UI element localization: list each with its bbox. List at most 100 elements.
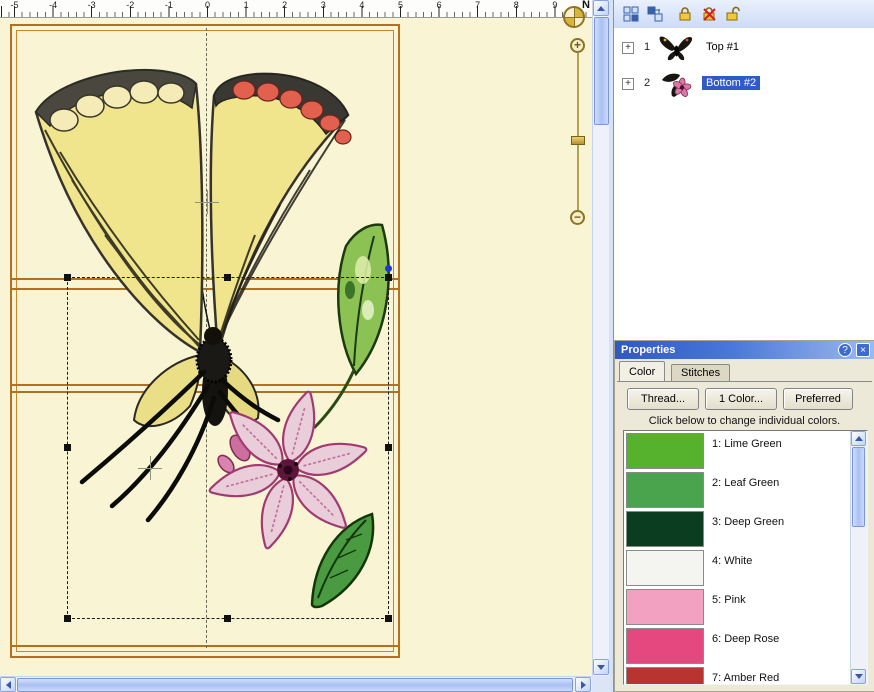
ruler-number: 1 bbox=[244, 0, 249, 10]
color-scroll-thumb[interactable] bbox=[852, 447, 865, 527]
color-label: 5: Pink bbox=[712, 594, 746, 606]
ruler-number: -3 bbox=[88, 0, 96, 10]
object-row-top[interactable]: + 1 Top #1 bbox=[614, 32, 874, 66]
color-label: 7: Amber Red bbox=[712, 672, 779, 684]
color-label: 4: White bbox=[712, 555, 752, 567]
tab-strip-line bbox=[617, 381, 872, 382]
right-panel: + 1 Top #1 + 2 bbox=[613, 0, 874, 692]
preferred-button[interactable]: Preferred bbox=[783, 388, 853, 410]
resize-handle-top-right[interactable] bbox=[385, 274, 392, 281]
vertical-scroll-thumb[interactable] bbox=[594, 17, 609, 125]
ruler-number: -4 bbox=[49, 0, 57, 10]
transform-grid-icon bbox=[646, 5, 664, 23]
arrow-left-icon bbox=[6, 681, 11, 689]
resize-handle-bottom-left[interactable] bbox=[64, 615, 71, 622]
color-swatch[interactable] bbox=[626, 550, 704, 586]
color-row[interactable]: 2: Leaf Green bbox=[624, 470, 850, 509]
ruler-number: 9 bbox=[552, 0, 557, 10]
object-row-bottom[interactable]: + 2 bbox=[614, 68, 874, 102]
scroll-up-button[interactable] bbox=[593, 0, 609, 16]
zoom-slider: + − bbox=[568, 38, 588, 228]
resize-handle-top-left[interactable] bbox=[64, 274, 71, 281]
resize-handle-bottom-center[interactable] bbox=[224, 615, 231, 622]
embroidery-editor-window: -5-4-3-2-10123456789 N bbox=[0, 0, 874, 692]
objects-toolbar bbox=[614, 0, 874, 28]
selection-box[interactable] bbox=[67, 277, 389, 619]
properties-title: Properties bbox=[621, 344, 675, 356]
lock-closed-button[interactable] bbox=[674, 3, 696, 25]
scroll-down-button[interactable] bbox=[593, 659, 609, 675]
resize-handle-middle-right[interactable] bbox=[385, 444, 392, 451]
help-button[interactable]: ? bbox=[838, 343, 852, 357]
color-swatch[interactable] bbox=[626, 511, 704, 547]
lock-open-button[interactable] bbox=[722, 3, 744, 25]
lock-delete-icon bbox=[700, 5, 718, 23]
close-icon: × bbox=[860, 345, 866, 356]
horizontal-scrollbar[interactable] bbox=[0, 676, 592, 692]
arrow-down-icon bbox=[597, 665, 605, 670]
color-scroll-down-button[interactable] bbox=[851, 669, 866, 684]
plus-icon: + bbox=[625, 78, 631, 89]
color-swatch[interactable] bbox=[626, 433, 704, 469]
help-icon: ? bbox=[842, 345, 848, 356]
tab-color[interactable]: Color bbox=[619, 361, 665, 381]
transform-grid-button[interactable] bbox=[644, 3, 666, 25]
zoom-in-button[interactable]: + bbox=[570, 38, 585, 53]
select-grid-button[interactable] bbox=[620, 3, 642, 25]
resize-handle-middle-left[interactable] bbox=[64, 444, 71, 451]
close-button[interactable]: × bbox=[856, 343, 870, 357]
ruler-numbers: -5-4-3-2-10123456789 bbox=[0, 0, 592, 17]
horizontal-scroll-thumb[interactable] bbox=[17, 678, 573, 692]
center-cross bbox=[207, 190, 208, 214]
color-swatch[interactable] bbox=[626, 472, 704, 508]
flower-thumbnail bbox=[658, 70, 694, 100]
tab-color-label: Color bbox=[629, 366, 655, 378]
vertical-scrollbar[interactable] bbox=[592, 0, 609, 676]
ruler-number: 6 bbox=[437, 0, 442, 10]
one-color-button-label: 1 Color... bbox=[719, 393, 763, 405]
lock-delete-button[interactable] bbox=[698, 3, 720, 25]
arrow-up-icon bbox=[855, 436, 863, 441]
scroll-right-button[interactable] bbox=[575, 677, 591, 692]
ruler-number: 3 bbox=[321, 0, 326, 10]
zoom-slider-handle[interactable] bbox=[571, 136, 585, 145]
preferred-button-label: Preferred bbox=[795, 393, 841, 405]
top-ruler: -5-4-3-2-10123456789 bbox=[0, 0, 592, 18]
thread-button[interactable]: Thread... bbox=[627, 388, 699, 410]
design-canvas[interactable]: + − bbox=[0, 18, 592, 676]
color-swatch[interactable] bbox=[626, 589, 704, 625]
color-row[interactable]: 3: Deep Green bbox=[624, 509, 850, 548]
color-row[interactable]: 1: Lime Green bbox=[624, 431, 850, 470]
color-row[interactable]: 6: Deep Rose bbox=[624, 626, 850, 665]
ruler-number: 4 bbox=[359, 0, 364, 10]
object-label-selected[interactable]: Bottom #2 bbox=[702, 76, 760, 90]
expand-button[interactable]: + bbox=[622, 42, 634, 54]
color-row[interactable]: 4: White bbox=[624, 548, 850, 587]
ruler-number: 0 bbox=[205, 0, 210, 10]
arrow-down-icon bbox=[855, 674, 863, 679]
tab-stitches[interactable]: Stitches bbox=[671, 364, 730, 381]
scrollbar-corner bbox=[592, 676, 610, 692]
ruler-number: 7 bbox=[475, 0, 480, 10]
one-color-button[interactable]: 1 Color... bbox=[705, 388, 777, 410]
expand-button[interactable]: + bbox=[622, 78, 634, 90]
ruler-number: 8 bbox=[514, 0, 519, 10]
color-scroll-up-button[interactable] bbox=[851, 431, 866, 446]
color-label: 3: Deep Green bbox=[712, 516, 784, 528]
color-row[interactable]: 7: Amber Red bbox=[624, 665, 850, 685]
resize-handle-top-center[interactable] bbox=[224, 274, 231, 281]
plus-icon: + bbox=[574, 38, 581, 52]
zoom-slider-track[interactable] bbox=[577, 53, 579, 210]
ruler-number: -5 bbox=[10, 0, 18, 10]
color-list: 1: Lime Green 2: Leaf Green 3: Deep Gree… bbox=[623, 430, 868, 685]
properties-titlebar: Properties bbox=[615, 341, 874, 359]
color-label: 1: Lime Green bbox=[712, 438, 782, 450]
color-swatch[interactable] bbox=[626, 667, 704, 685]
color-swatch[interactable] bbox=[626, 628, 704, 664]
color-list-scrollbar[interactable] bbox=[850, 431, 867, 684]
color-row[interactable]: 5: Pink bbox=[624, 587, 850, 626]
resize-handle-bottom-right[interactable] bbox=[385, 615, 392, 622]
object-label[interactable]: Top #1 bbox=[702, 40, 743, 54]
zoom-out-button[interactable]: − bbox=[570, 210, 585, 225]
scroll-left-button[interactable] bbox=[0, 677, 16, 692]
